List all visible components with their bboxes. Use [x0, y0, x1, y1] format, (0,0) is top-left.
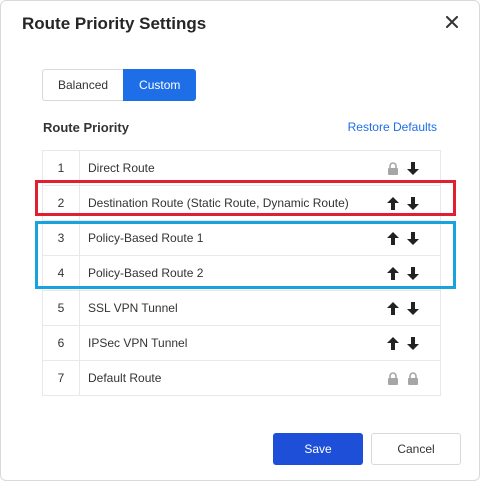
- close-button[interactable]: [441, 13, 463, 35]
- lock-icon: [386, 371, 400, 385]
- cancel-button[interactable]: Cancel: [371, 433, 461, 465]
- route-actions: [360, 301, 440, 315]
- mode-balanced-option[interactable]: Balanced: [42, 69, 124, 101]
- route-name: Policy-Based Route 2: [88, 266, 204, 280]
- arrow-down-icon[interactable]: [406, 196, 420, 210]
- route-actions: [360, 336, 440, 350]
- route-name: Destination Route (Static Route, Dynamic…: [88, 196, 349, 210]
- arrow-up-icon[interactable]: [386, 231, 400, 245]
- route-row: 6 IPSec VPN Tunnel: [43, 326, 440, 361]
- mode-custom-option[interactable]: Custom: [123, 69, 197, 101]
- route-actions: [360, 371, 440, 385]
- route-row: 5 SSL VPN Tunnel: [43, 291, 440, 326]
- route-name: SSL VPN Tunnel: [88, 301, 178, 315]
- route-actions: [360, 266, 440, 280]
- arrow-up-icon[interactable]: [386, 336, 400, 350]
- arrow-down-icon[interactable]: [406, 266, 420, 280]
- route-priority-number: 3: [43, 221, 80, 255]
- close-icon: [446, 15, 458, 33]
- arrow-down-icon[interactable]: [406, 336, 420, 350]
- arrow-down-icon[interactable]: [406, 161, 420, 175]
- arrow-up-icon[interactable]: [386, 301, 400, 315]
- route-priority-dialog: Route Priority Settings Balanced Custom …: [0, 0, 480, 481]
- route-priority-number: 6: [43, 326, 80, 360]
- route-priority-table: 1 Direct Route 2 Destination Route (Static …: [42, 150, 441, 396]
- arrow-down-icon[interactable]: [406, 301, 420, 315]
- route-name: Direct Route: [88, 161, 155, 175]
- route-row: 3 Policy-Based Route 1: [43, 221, 440, 256]
- route-actions: [360, 161, 440, 175]
- route-actions: [360, 231, 440, 245]
- lock-icon: [386, 161, 400, 175]
- route-priority-number: 5: [43, 291, 80, 325]
- route-actions: [360, 196, 440, 210]
- arrow-up-icon[interactable]: [386, 196, 400, 210]
- route-priority-number: 2: [43, 186, 80, 220]
- route-priority-number: 1: [43, 151, 80, 185]
- route-row: 1 Direct Route: [43, 151, 440, 186]
- arrow-down-icon[interactable]: [406, 231, 420, 245]
- route-name: IPSec VPN Tunnel: [88, 336, 188, 350]
- route-name: Policy-Based Route 1: [88, 231, 204, 245]
- route-row: 4 Policy-Based Route 2: [43, 256, 440, 291]
- dialog-title: Route Priority Settings: [22, 14, 207, 33]
- mode-segmented-control: Balanced Custom: [42, 69, 197, 101]
- route-priority-number: 7: [43, 361, 80, 395]
- route-row: 7 Default Route: [43, 361, 440, 396]
- restore-defaults-link[interactable]: Restore Defaults: [348, 120, 437, 134]
- section-title: Route Priority: [43, 120, 129, 135]
- lock-icon: [406, 371, 420, 385]
- route-name: Default Route: [88, 371, 162, 385]
- arrow-up-icon[interactable]: [386, 266, 400, 280]
- route-priority-number: 4: [43, 256, 80, 290]
- save-button[interactable]: Save: [273, 433, 363, 465]
- route-row: 2 Destination Route (Static Route, Dynami…: [43, 186, 440, 221]
